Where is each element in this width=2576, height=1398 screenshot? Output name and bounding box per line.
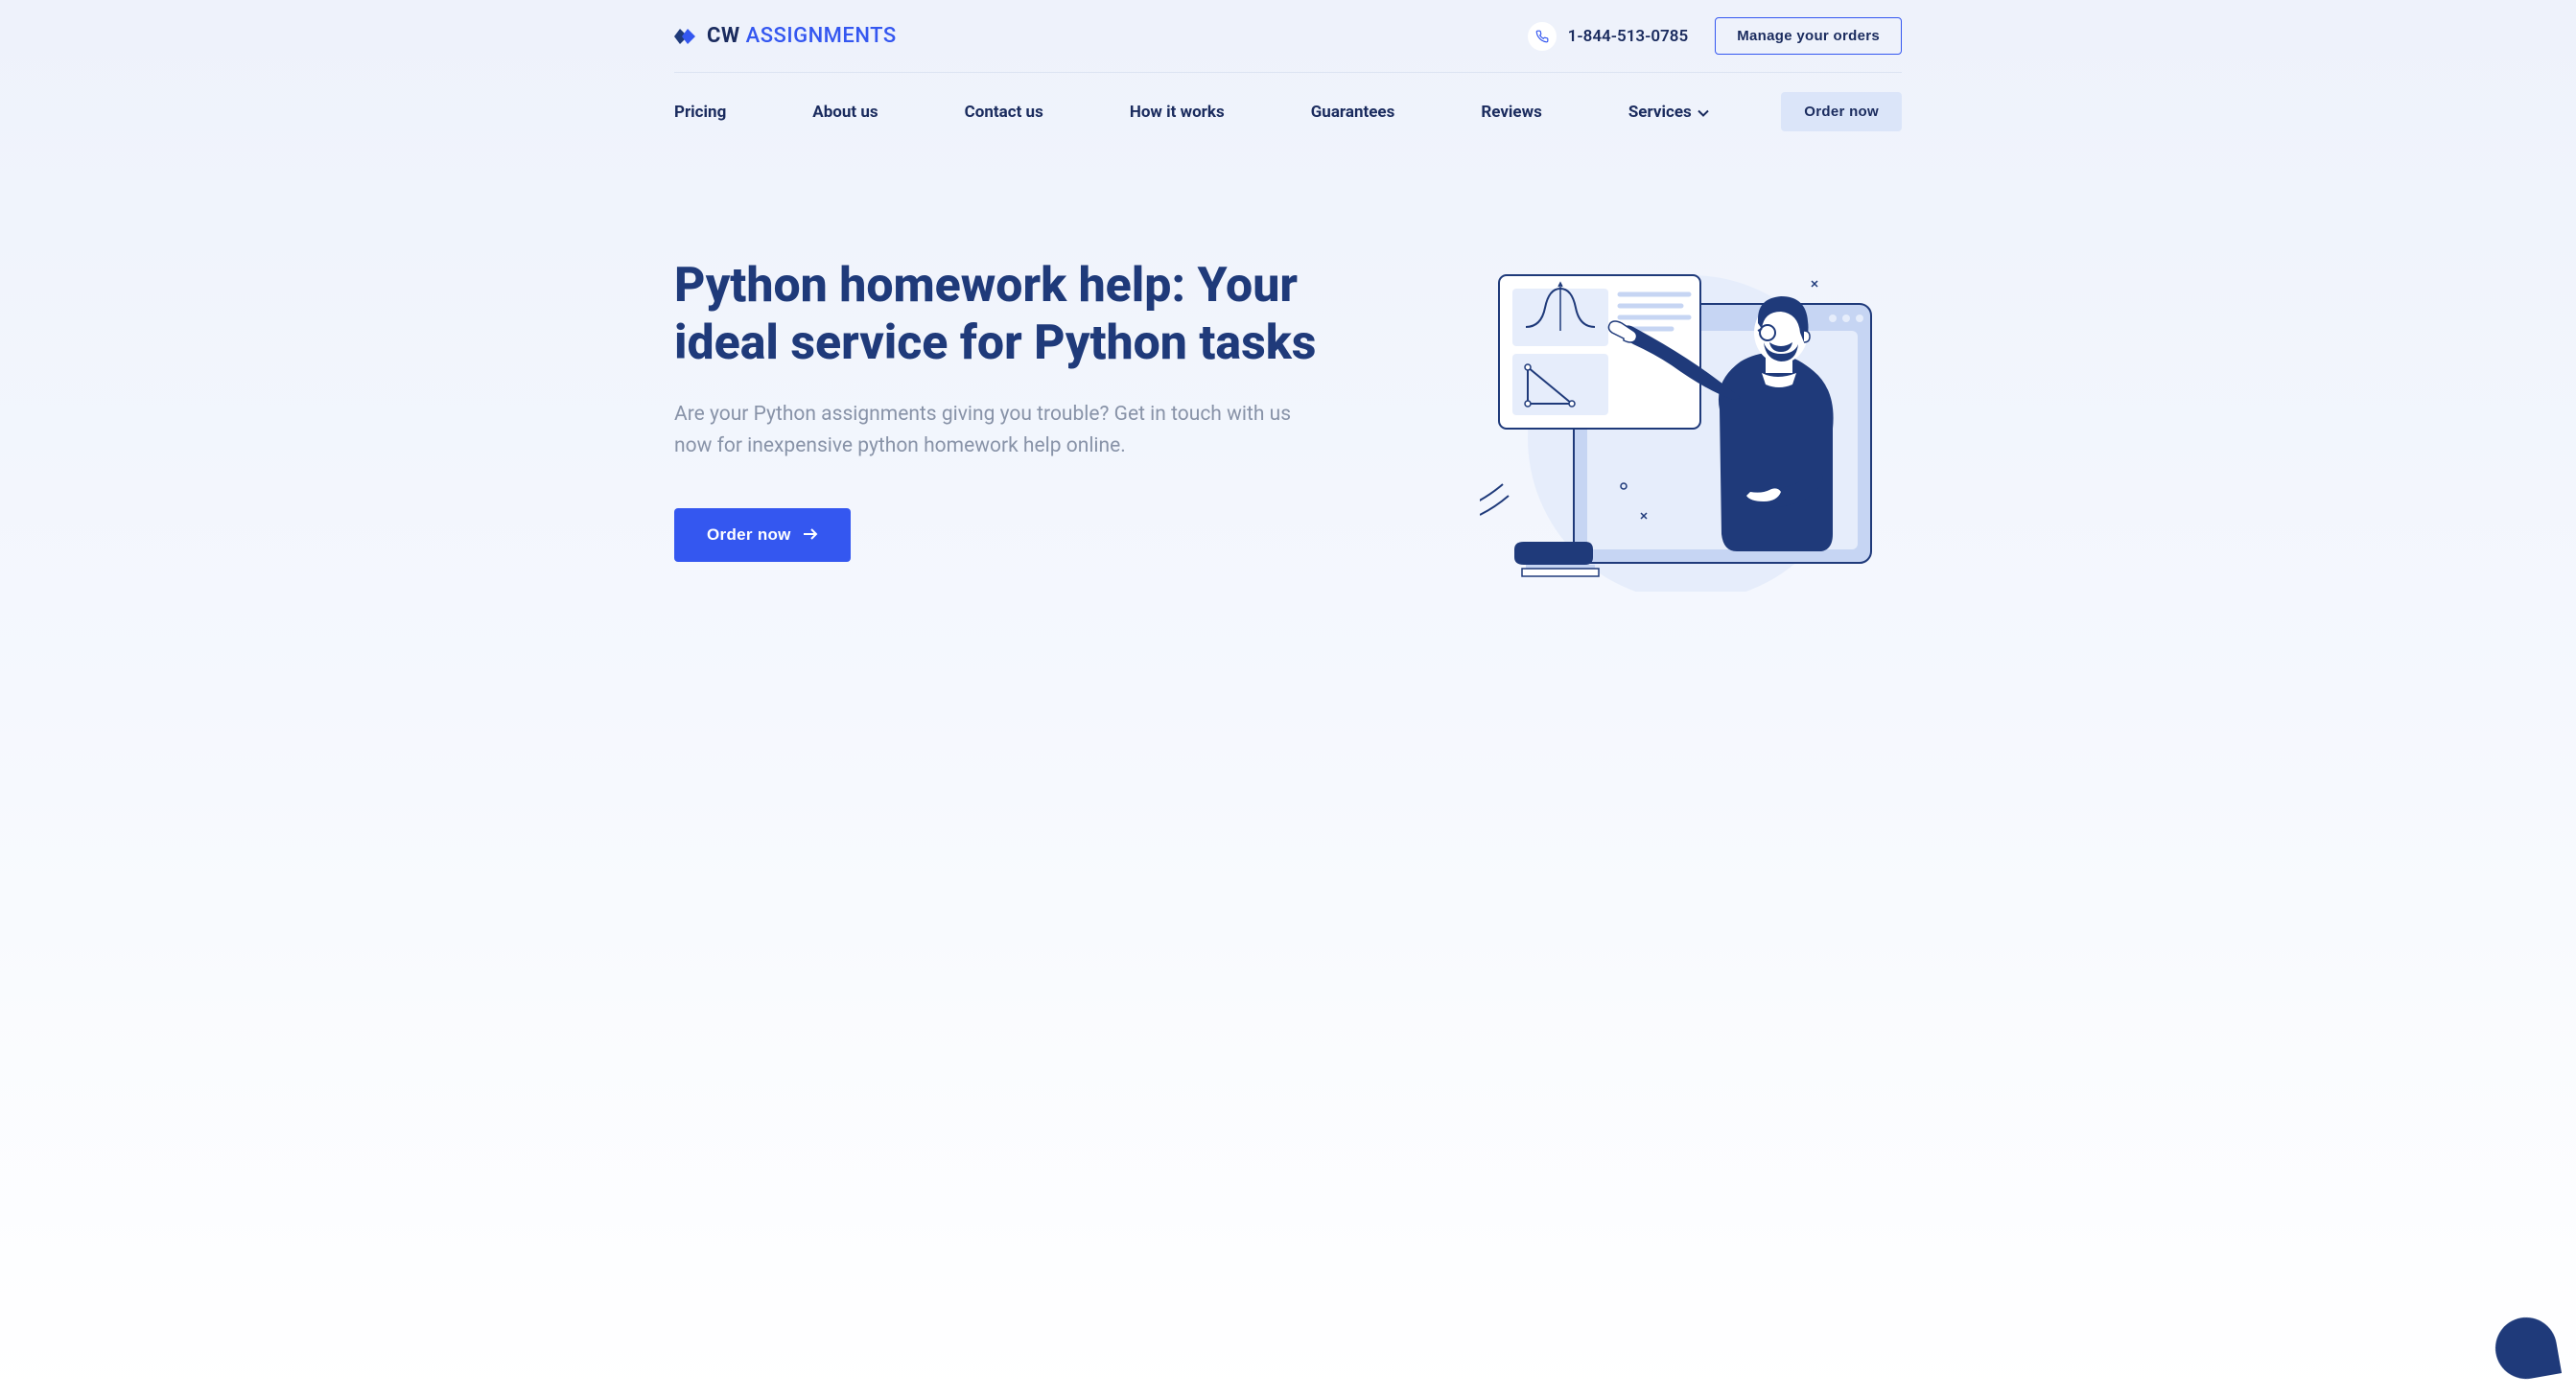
hero-section: Python homework help: Your ideal service… [674,151,1902,687]
logo-text-assignments: ASSIGNMENTS [746,24,897,48]
main-nav: Pricing About us Contact us How it works… [674,73,1902,151]
arrow-right-icon [803,525,818,545]
chat-widget-button[interactable] [2491,1313,2562,1384]
logo-icon [674,27,699,46]
hero-content: Python homework help: Your ideal service… [674,257,1326,561]
nav-how-it-works[interactable]: How it works [1130,103,1225,122]
header-actions: 1-844-513-0785 Manage your orders [1528,17,1902,55]
phone-link[interactable]: 1-844-513-0785 [1528,22,1689,51]
nav-pricing[interactable]: Pricing [674,103,726,122]
phone-number: 1-844-513-0785 [1568,27,1689,46]
order-now-hero-label: Order now [707,525,791,545]
nav-about-us[interactable]: About us [812,103,878,122]
nav-services-label: Services [1628,103,1692,122]
order-now-nav-button[interactable]: Order now [1781,92,1902,131]
logo-text-cw: CW [707,24,740,48]
phone-icon [1528,22,1557,51]
nav-contact-us[interactable]: Contact us [965,103,1043,122]
hero-subtitle: Are your Python assignments giving you t… [674,399,1326,461]
order-now-hero-button[interactable]: Order now [674,508,851,562]
nav-services[interactable]: Services [1628,103,1709,122]
logo[interactable]: CW ASSIGNMENTS [674,24,897,48]
chevron-down-icon [1698,103,1709,122]
nav-links: Pricing About us Contact us How it works… [674,103,1709,122]
hero-title: Python homework help: Your ideal service… [674,257,1326,372]
manage-orders-button[interactable]: Manage your orders [1715,17,1902,55]
hero-illustration [1480,227,1902,592]
nav-reviews[interactable]: Reviews [1481,103,1541,122]
nav-guarantees[interactable]: Guarantees [1311,103,1395,122]
top-header: CW ASSIGNMENTS 1-844-513-0785 Manage you… [674,0,1902,73]
